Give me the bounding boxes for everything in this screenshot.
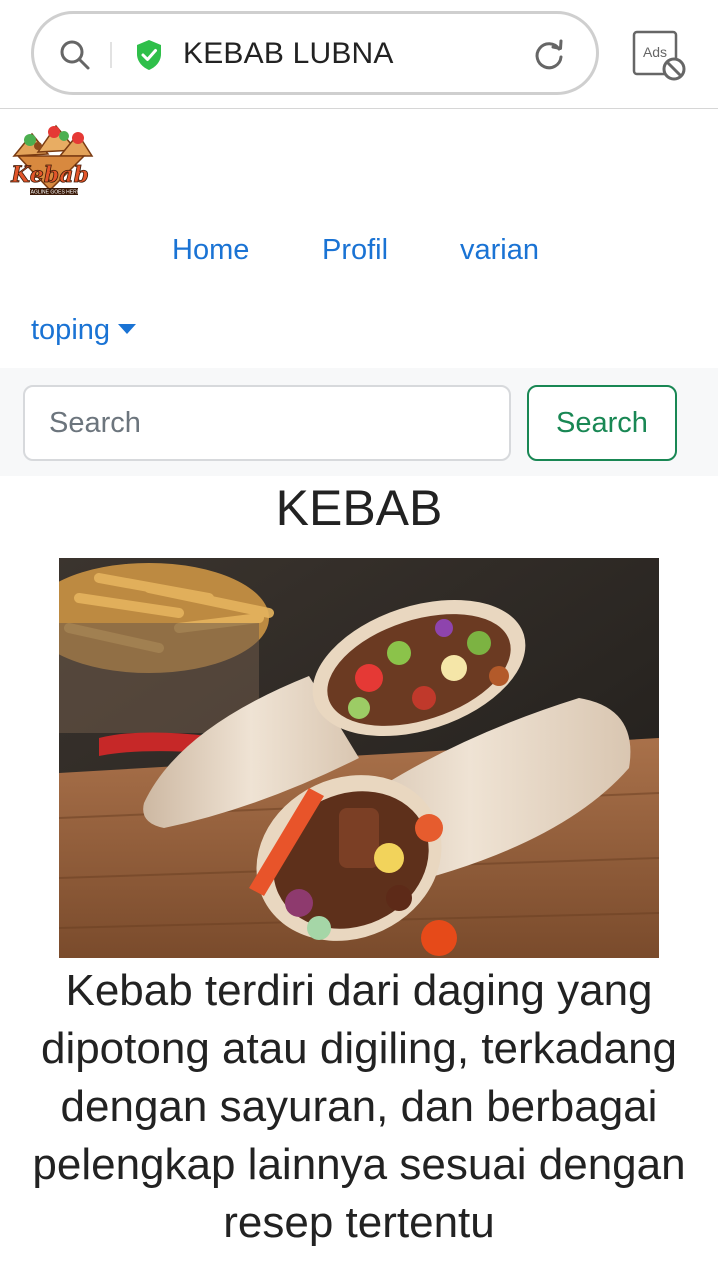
logo-tagline: TAGLINE GOES HERE (28, 190, 81, 196)
reload-icon[interactable] (532, 38, 566, 72)
nav-varian-link[interactable]: varian (460, 233, 539, 267)
ads-label: Ads (643, 44, 667, 60)
site-logo[interactable]: Kebab TAGLINE GOES HERE (4, 116, 96, 208)
description-text: Kebab terdiri dari daging yang dipotong … (32, 966, 686, 1247)
kebab-photo (59, 558, 659, 958)
search-form: Search (0, 368, 718, 476)
main-nav: Home Profil varian toping (0, 220, 718, 360)
browser-toolbar: KEBAB LUBNA Ads (0, 0, 718, 109)
search-icon[interactable] (59, 39, 91, 71)
address-title[interactable]: KEBAB LUBNA (183, 36, 394, 72)
nav-profil-link[interactable]: Profil (322, 233, 388, 267)
address-bar[interactable]: KEBAB LUBNA (31, 11, 599, 95)
search-button[interactable]: Search (527, 385, 677, 461)
address-divider (110, 42, 112, 68)
nav-home-link[interactable]: Home (172, 233, 249, 267)
caret-down-icon (118, 324, 137, 334)
logo-wordmark: Kebab (10, 162, 89, 188)
search-input[interactable] (23, 385, 511, 461)
nav-toping-label: toping (31, 314, 111, 346)
page-title: KEBAB (275, 480, 443, 536)
shield-check-icon[interactable] (135, 39, 163, 71)
nav-toping-dropdown[interactable]: toping (31, 313, 137, 347)
ads-block-icon[interactable]: Ads (632, 30, 686, 82)
